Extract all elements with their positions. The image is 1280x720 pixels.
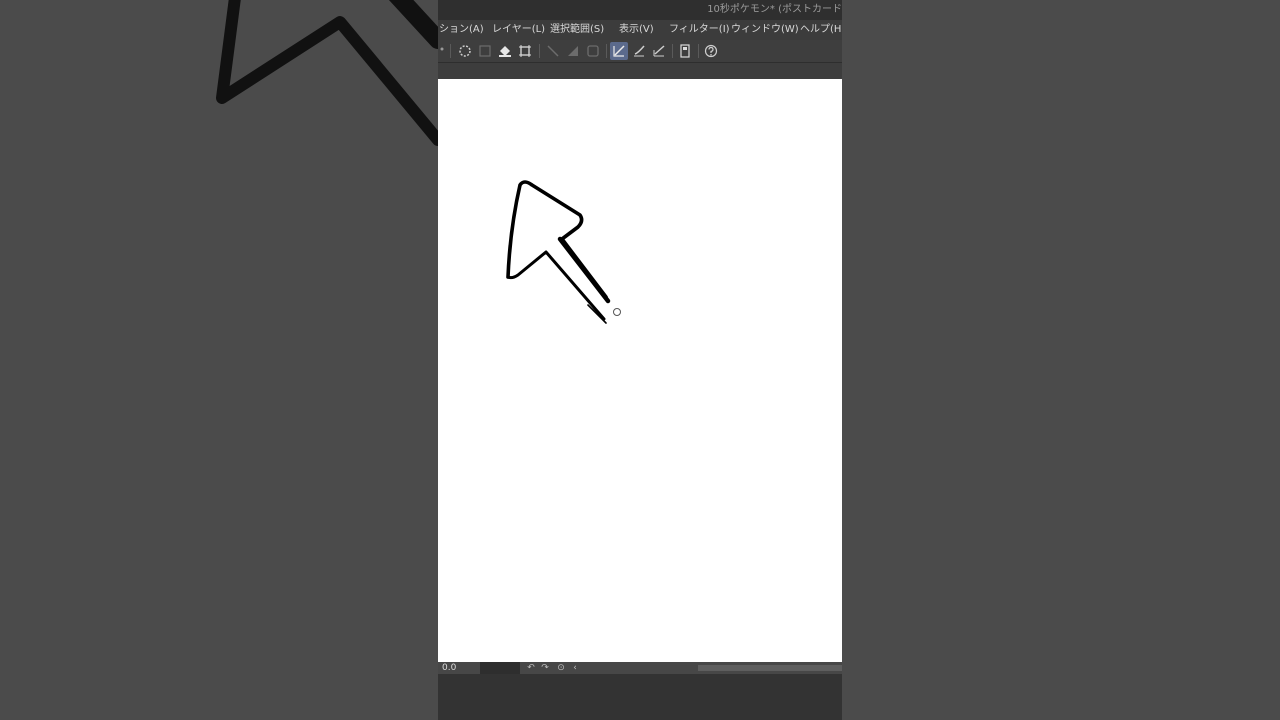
menu-view[interactable]: 表示(V)	[619, 20, 654, 40]
device-icon[interactable]	[676, 42, 694, 60]
menu-selection[interactable]: 選択範囲(S)	[550, 20, 604, 40]
select-all-icon[interactable]	[456, 42, 474, 60]
eraser-icon[interactable]	[650, 42, 668, 60]
snap-grid-icon[interactable]	[564, 42, 582, 60]
menu-bar: ション(A) レイヤー(L) 選択範囲(S) 表示(V) フィルター(I) ウィ…	[438, 20, 842, 40]
flip-icon[interactable]: ‹	[570, 662, 580, 674]
paint-app-window: 10秒ポケモン* (ポストカード ション(A) レイヤー(L) 選択範囲(S) …	[438, 0, 842, 720]
brush-icon[interactable]	[630, 42, 648, 60]
toolbar-separator	[672, 44, 673, 58]
window-title: 10秒ポケモン* (ポストカード	[707, 4, 842, 15]
status-bar: 0.0 ↶ ↷ ⊙ ‹	[438, 662, 842, 674]
rotate-right-icon[interactable]: ↷	[540, 662, 550, 674]
toolbar-separator	[698, 44, 699, 58]
menu-layer[interactable]: レイヤー(L)	[492, 20, 545, 40]
bottom-panel	[438, 674, 842, 720]
snap-special-icon[interactable]	[584, 42, 602, 60]
canvas-header-strip	[438, 63, 842, 79]
snap-ruler-icon[interactable]	[544, 42, 562, 60]
pen-icon[interactable]	[610, 42, 628, 60]
title-bar: 10秒ポケモン* (ポストカード	[438, 0, 842, 20]
horizontal-scrollbar[interactable]	[698, 665, 842, 671]
blurred-stroke-image	[216, 0, 438, 146]
toolbar-separator	[450, 44, 451, 58]
video-frame: 10秒ポケモン* (ポストカード ション(A) レイヤー(L) 選択範囲(S) …	[0, 0, 1280, 720]
ink-stroke-drawing	[506, 180, 621, 324]
zoom-readout[interactable]: 0.0	[442, 662, 456, 674]
fill-icon[interactable]	[496, 42, 514, 60]
rotate-left-icon[interactable]: ↶	[526, 662, 536, 674]
menu-window[interactable]: ウィンドウ(W)	[731, 20, 799, 40]
menu-animation[interactable]: ション(A)	[439, 20, 484, 40]
blurred-background-right	[842, 0, 1280, 720]
transform-icon[interactable]	[516, 42, 534, 60]
drawing-canvas[interactable]	[438, 79, 842, 662]
menu-help[interactable]: ヘルプ(H)	[800, 20, 842, 40]
toolbar-overflow-icon[interactable]	[438, 42, 446, 60]
menu-filter[interactable]: フィルター(I)	[669, 20, 730, 40]
reset-view-icon[interactable]: ⊙	[556, 662, 566, 674]
clear-selection-icon[interactable]	[476, 42, 494, 60]
help-icon[interactable]	[702, 42, 720, 60]
blurred-background-left	[0, 0, 438, 720]
toolbar-separator	[539, 44, 540, 58]
brush-cursor-icon	[613, 308, 621, 316]
toolbar-separator	[606, 44, 607, 58]
zoom-slider[interactable]	[480, 662, 520, 674]
command-bar	[438, 40, 842, 63]
